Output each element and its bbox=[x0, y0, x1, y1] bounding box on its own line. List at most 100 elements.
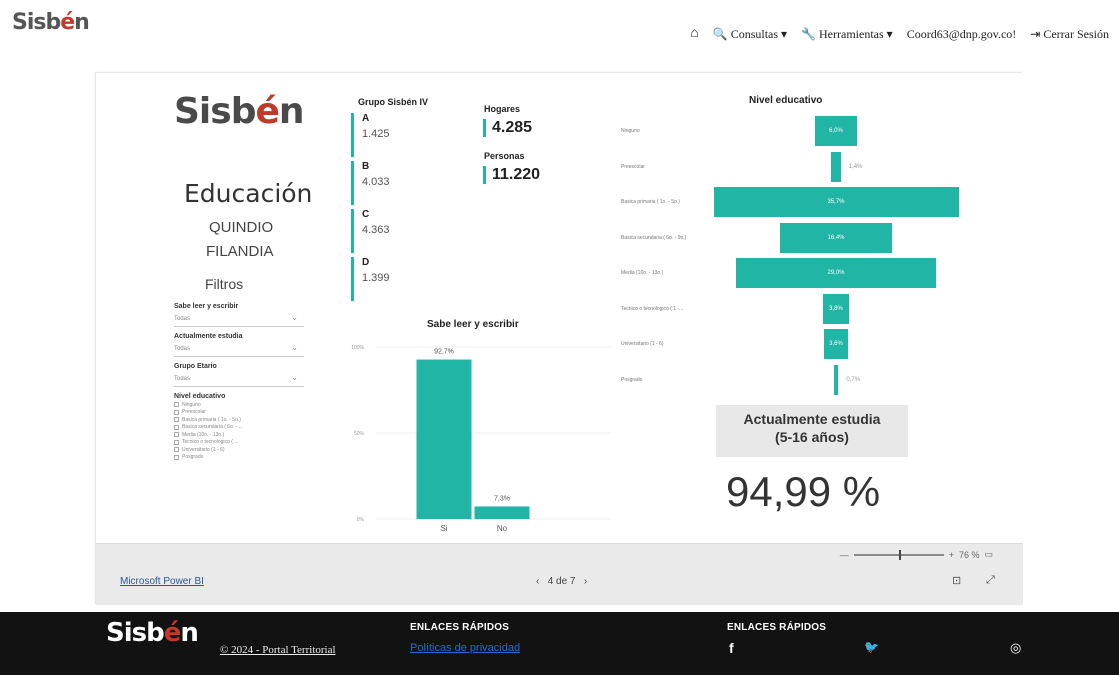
grupo-b-label: B bbox=[362, 161, 370, 172]
sisben-logo[interactable]: Sisbén bbox=[12, 10, 90, 35]
home-icon[interactable]: ⌂ bbox=[690, 26, 698, 42]
grupo-card-d: D 1.399 bbox=[351, 257, 451, 301]
edu-option[interactable]: Basica secundaria ( 6o. - ... bbox=[174, 424, 304, 430]
edu-bar-value: 3,6% bbox=[829, 341, 843, 347]
edu-category-label: Media (10o. - 13o.) bbox=[621, 270, 664, 276]
footer-sisben-logo[interactable]: Sisbén bbox=[106, 618, 199, 648]
instagram-icon[interactable]: ◎ bbox=[1010, 640, 1021, 656]
read-write-chart: 100% 50% 0% 92,7% Si 7,3% No bbox=[351, 345, 611, 533]
municipality-label: FILANDIA bbox=[206, 243, 274, 260]
user-email[interactable]: Coord63@dnp.gov.co! bbox=[907, 27, 1017, 42]
facebook-icon[interactable]: f bbox=[729, 640, 734, 656]
checkbox[interactable] bbox=[174, 447, 179, 452]
nav-consultas[interactable]: 🔍 Consultas ▾ bbox=[713, 27, 787, 42]
edu-option[interactable]: Ninguno bbox=[174, 402, 304, 408]
edu-bar[interactable]: 3,6% bbox=[823, 329, 849, 359]
edu-option-label: Ninguno bbox=[182, 401, 201, 408]
main-nav: ⌂ 🔍 Consultas ▾ 🔧 Herramientas ▾ Coord63… bbox=[690, 26, 1109, 42]
bar-value-label: 92,7% bbox=[434, 349, 454, 356]
grupo-b-value: 4.033 bbox=[362, 176, 390, 188]
prev-page-icon[interactable]: ‹ bbox=[536, 576, 539, 587]
fullscreen-icon[interactable]: ⤢ bbox=[986, 574, 995, 587]
study-card-subtitle: (5-16 años) bbox=[775, 429, 849, 445]
checkbox[interactable] bbox=[174, 424, 179, 430]
edu-option-label: Posgrado bbox=[182, 454, 204, 460]
bar-value-label: 7,3% bbox=[494, 495, 510, 502]
search-icon: 🔍 bbox=[712, 26, 728, 41]
edu-bar[interactable]: 35,7% bbox=[713, 187, 959, 217]
edu-category-label: Ninguno bbox=[621, 128, 640, 134]
nav-herramientas[interactable]: 🔧 Herramientas ▾ bbox=[801, 27, 893, 42]
checkbox[interactable] bbox=[174, 432, 179, 437]
powerbi-link[interactable]: Microsoft Power BI bbox=[120, 576, 204, 587]
edu-option-label: Media (10o. - 13o.) bbox=[182, 431, 225, 438]
share-icon[interactable]: ⊡ bbox=[952, 574, 961, 587]
bar[interactable] bbox=[416, 359, 472, 519]
filter-age-label: Grupo Etario bbox=[174, 363, 217, 370]
edu-bar[interactable]: 29,0% bbox=[736, 258, 936, 288]
grupo-card-c: C 4.363 bbox=[351, 209, 451, 253]
site-footer: Sisbén © 2024 - Portal Territorial ENLAC… bbox=[0, 612, 1119, 675]
checkbox[interactable] bbox=[174, 439, 179, 445]
study-card-title: Actualmente estudia bbox=[743, 411, 881, 427]
report-sisben-logo: Sisbén bbox=[174, 91, 305, 132]
edu-bar[interactable]: 3,8% bbox=[822, 293, 850, 324]
footer-copyright[interactable]: © 2024 - Portal Territorial bbox=[220, 644, 336, 656]
footer-links-title-1: ENLACES RÁPIDOS bbox=[410, 622, 510, 633]
edu-option[interactable]: Universitario (1 - 6) bbox=[174, 447, 304, 453]
department-label: QUINDIO bbox=[209, 219, 274, 236]
edu-bar-value: 0,7% bbox=[846, 376, 861, 383]
page-navigator: ‹ 4 de 7 › bbox=[536, 576, 587, 587]
hogares-label: Hogares bbox=[484, 104, 521, 114]
hogares-value: 4.285 bbox=[483, 119, 532, 137]
edu-bar[interactable]: 16,4% bbox=[779, 222, 893, 253]
edu-option-label: Basica primaria ( 1o. - 5o.) bbox=[182, 416, 241, 423]
x-tick-label: Si bbox=[440, 524, 447, 533]
checkbox[interactable] bbox=[174, 417, 179, 422]
powerbi-report: Sisbén Educación QUINDIO FILANDIA Filtro… bbox=[95, 72, 1023, 605]
top-navbar: Sisbén ⌂ 🔍 Consultas ▾ 🔧 Herramientas ▾ … bbox=[0, 0, 1119, 70]
edu-option[interactable]: Preescolar bbox=[174, 409, 304, 415]
y-tick-label: 100% bbox=[351, 345, 364, 351]
y-tick-label: 0% bbox=[357, 517, 365, 523]
twitter-icon[interactable]: 🐦 bbox=[864, 640, 879, 654]
filter-age-select[interactable]: Todas bbox=[174, 373, 304, 387]
edu-category-label: Posgrado bbox=[621, 376, 643, 383]
grupo-a-label: A bbox=[362, 113, 370, 124]
edu-bar-value: 1,4% bbox=[848, 163, 863, 170]
edu-option-label: Tecnico o tecnologico ( ... bbox=[182, 439, 239, 445]
checkbox[interactable] bbox=[174, 402, 179, 407]
zoom-slider[interactable] bbox=[853, 549, 944, 560]
personas-value: 11.220 bbox=[483, 166, 540, 184]
fit-page-icon[interactable]: ▭ bbox=[984, 549, 993, 560]
edu-option[interactable]: Basica primaria ( 1o. - 5o.) bbox=[174, 417, 304, 423]
zoom-control[interactable]: — + 76 % ▭ bbox=[840, 549, 993, 560]
edu-bar[interactable]: 6,0% bbox=[815, 116, 857, 146]
bar[interactable] bbox=[474, 506, 530, 519]
filter-read-select[interactable]: Todas bbox=[174, 313, 304, 327]
privacy-link[interactable]: Políticas de privacidad bbox=[410, 642, 520, 654]
edu-option[interactable]: Tecnico o tecnologico ( ... bbox=[174, 439, 304, 445]
edu-bar[interactable] bbox=[831, 151, 841, 182]
edu-bar-value: 6,0% bbox=[829, 128, 843, 134]
edu-option-label: Basica secundaria ( 6o. - ... bbox=[182, 424, 243, 430]
edu-option[interactable]: Posgrado bbox=[174, 454, 304, 460]
filter-study-select[interactable]: Todas bbox=[174, 343, 304, 357]
logout-link[interactable]: ⇥ Cerrar Sesión bbox=[1030, 27, 1109, 42]
edu-category-label: Basica primaria ( 1o. - 5o.) bbox=[621, 199, 680, 205]
edu-bar[interactable] bbox=[833, 364, 839, 395]
study-card-header: Actualmente estudia (5-16 años) bbox=[716, 405, 908, 457]
edu-bar-value: 3,8% bbox=[829, 305, 843, 312]
zoom-in-icon[interactable]: + bbox=[949, 550, 954, 560]
page-indicator: 4 de 7 bbox=[547, 576, 576, 587]
checkbox[interactable] bbox=[174, 454, 179, 460]
grupo-c-value: 4.363 bbox=[362, 224, 390, 236]
edu-option[interactable]: Media (10o. - 13o.) bbox=[174, 432, 304, 438]
zoom-out-icon[interactable]: — bbox=[840, 550, 849, 560]
nav-herramientas-label: Herramientas bbox=[819, 26, 884, 41]
next-page-icon[interactable]: › bbox=[584, 576, 587, 587]
checkbox[interactable] bbox=[174, 409, 179, 415]
report-title: Educación bbox=[184, 179, 313, 208]
filters-title: Filtros bbox=[205, 276, 244, 292]
grupo-card-b: B 4.033 bbox=[351, 161, 451, 205]
